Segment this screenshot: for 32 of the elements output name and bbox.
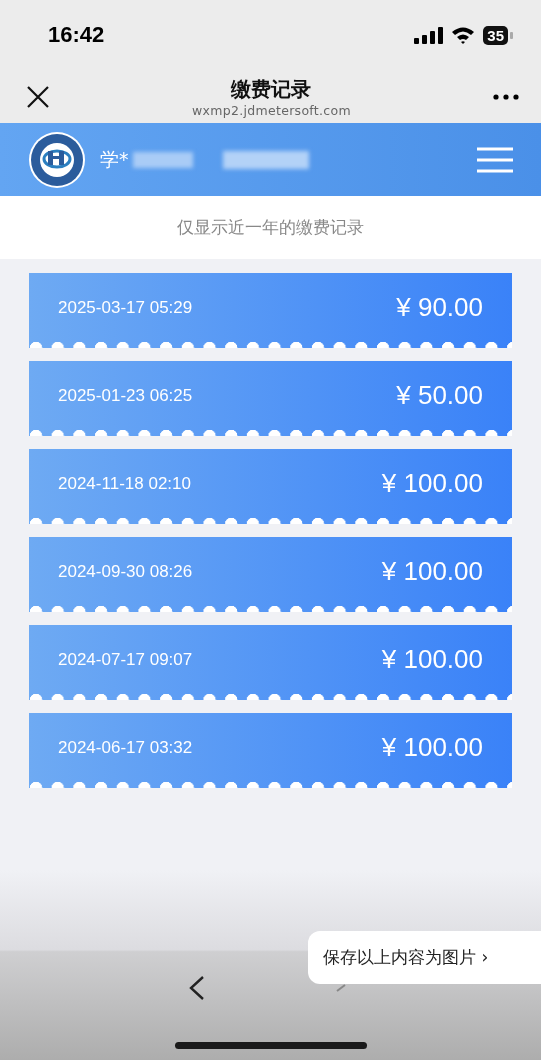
payment-card[interactable]: 2024-11-18 02:10 ¥ 100.00 xyxy=(29,449,512,524)
logo-icon xyxy=(28,130,86,189)
notice-text: 仅显示近一年的缴费记录 xyxy=(177,216,364,239)
redacted-text xyxy=(132,151,193,168)
payment-amount: ¥ 50.00 xyxy=(396,380,483,411)
payment-card[interactable]: 2024-07-17 09:07 ¥ 100.00 xyxy=(29,625,512,700)
payment-time: 2024-11-18 02:10 xyxy=(58,473,191,494)
payment-card[interactable]: 2024-09-30 08:26 ¥ 100.00 xyxy=(29,537,512,612)
payment-amount: ¥ 100.00 xyxy=(381,732,483,763)
user-name: 学* xyxy=(100,146,129,172)
more-icon[interactable] xyxy=(493,93,519,100)
page-title: 缴费记录 xyxy=(231,75,312,103)
payment-time: 2025-01-23 06:25 xyxy=(58,385,193,406)
wifi-icon xyxy=(451,26,476,44)
close-icon[interactable] xyxy=(26,84,50,109)
payment-time: 2024-09-30 08:26 xyxy=(58,561,193,582)
payment-amount: ¥ 100.00 xyxy=(381,468,483,499)
payment-card[interactable]: 2024-06-17 03:32 ¥ 100.00 xyxy=(29,713,512,788)
payment-amount: ¥ 100.00 xyxy=(381,644,483,675)
page-url: wxmp2.jdmetersoft.com xyxy=(192,102,351,118)
payment-time: 2024-07-17 09:07 xyxy=(58,649,193,670)
save-image-button[interactable]: 保存以上内容为图片 › xyxy=(308,931,541,984)
signal-icon xyxy=(414,26,444,44)
back-icon[interactable] xyxy=(188,975,206,1001)
payment-card[interactable]: 2025-01-23 06:25 ¥ 50.00 xyxy=(29,361,512,436)
payment-amount: ¥ 90.00 xyxy=(396,292,483,323)
menu-icon[interactable] xyxy=(477,146,513,173)
payment-card[interactable]: 2025-03-17 05:29 ¥ 90.00 xyxy=(29,273,512,348)
payment-time: 2024-06-17 03:32 xyxy=(58,737,193,758)
status-time: 16:42 xyxy=(48,22,105,48)
payment-amount: ¥ 100.00 xyxy=(381,556,483,587)
payment-time: 2025-03-17 05:29 xyxy=(58,297,193,318)
